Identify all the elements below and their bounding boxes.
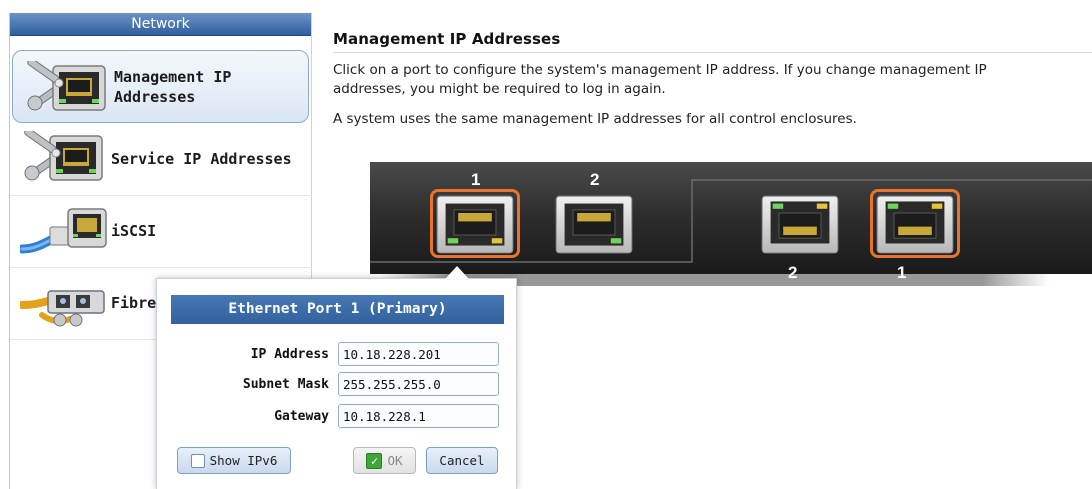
ethernet-cable-icon xyxy=(20,208,107,254)
port-label-left-2: 2 xyxy=(590,170,600,189)
sidebar-item-label-line1: Management IP xyxy=(114,68,232,86)
show-ipv6-button[interactable]: Show IPv6 xyxy=(177,447,291,474)
port-label-left-1: 1 xyxy=(471,170,481,189)
checkmark-icon: ✓ xyxy=(366,452,383,469)
ethernet-wrench-icon xyxy=(27,61,106,111)
gateway-input[interactable] xyxy=(338,404,499,428)
ok-label: OK xyxy=(387,453,403,468)
port-label-right-1: 1 xyxy=(897,263,907,282)
ethernet-wrench-icon xyxy=(24,131,103,181)
description-line1: Click on a port to configure the system'… xyxy=(333,62,987,78)
sidebar-item-management-ip[interactable]: Management IP Addresses xyxy=(12,50,309,123)
fibre-channel-icon xyxy=(20,290,105,327)
ethernet-port-icon xyxy=(436,195,514,254)
sidebar-item-label: Service IP Addresses xyxy=(111,150,292,168)
ethernet-port-icon xyxy=(761,195,839,254)
sidebar-item-label: iSCSI xyxy=(111,222,157,240)
ethernet-port-right-1[interactable] xyxy=(870,189,960,258)
gateway-label: Gateway xyxy=(274,409,329,424)
ethernet-port-right-2[interactable] xyxy=(758,192,842,255)
ethernet-port-icon xyxy=(876,195,954,254)
checkbox-icon xyxy=(190,453,205,468)
page-title: Management IP Addresses xyxy=(333,30,1092,53)
sidebar-item-iscsi[interactable]: iSCSI xyxy=(10,197,312,268)
show-ipv6-label: Show IPv6 xyxy=(209,453,278,468)
sidebar-item-service-ip[interactable]: Service IP Addresses xyxy=(10,125,312,196)
ip-address-label: IP Address xyxy=(250,347,329,362)
ethernet-port-left-1[interactable] xyxy=(430,189,520,258)
port-panel: 1 2 2 1 xyxy=(370,158,1092,298)
ok-button[interactable]: ✓ OK xyxy=(353,447,416,474)
popup-pointer xyxy=(445,266,469,279)
sidebar-header: Network xyxy=(10,13,311,36)
sidebar-item-label: Fibre xyxy=(111,294,157,312)
sidebar-item-label-line2: Addresses xyxy=(114,88,196,106)
description: Click on a port to configure the system'… xyxy=(333,61,1092,99)
description-line2: addresses, you might be required to log … xyxy=(333,81,666,97)
subnet-mask-input[interactable] xyxy=(338,372,499,396)
ethernet-port-left-2[interactable] xyxy=(552,192,636,255)
cancel-label: Cancel xyxy=(439,453,485,468)
port-label-right-2: 2 xyxy=(788,263,798,282)
subnet-mask-label: Subnet Mask xyxy=(242,377,329,392)
cancel-button[interactable]: Cancel xyxy=(426,447,498,474)
ethernet-port-icon xyxy=(555,195,633,254)
popup-title: Ethernet Port 1 (Primary) xyxy=(171,295,504,324)
ethernet-port-popup: Ethernet Port 1 (Primary) IP Address Sub… xyxy=(156,278,517,489)
main-content: Management IP Addresses Click on a port … xyxy=(333,30,1092,127)
description-2: A system uses the same management IP add… xyxy=(333,111,857,127)
ip-address-input[interactable] xyxy=(338,342,499,366)
